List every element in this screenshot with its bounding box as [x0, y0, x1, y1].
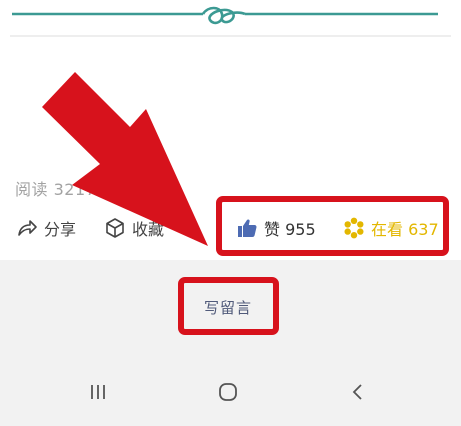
back-button[interactable] — [338, 378, 378, 406]
share-label: 分享 — [44, 220, 77, 239]
back-icon — [352, 384, 362, 400]
recent-apps-button[interactable] — [78, 378, 118, 406]
highlight-box-actions — [216, 196, 449, 256]
read-count: 阅读 3217 — [15, 180, 97, 199]
share-button[interactable]: 分享 — [16, 216, 76, 240]
cube-icon — [106, 218, 124, 238]
divider-ornament — [10, 6, 451, 37]
favorite-button[interactable]: 收藏 — [104, 216, 164, 240]
recent-apps-icon — [91, 385, 105, 399]
favorite-label: 收藏 — [132, 220, 165, 239]
share-icon — [18, 220, 37, 236]
highlight-box-write-comment — [178, 277, 279, 335]
home-button[interactable] — [208, 378, 248, 406]
home-icon — [219, 383, 237, 401]
